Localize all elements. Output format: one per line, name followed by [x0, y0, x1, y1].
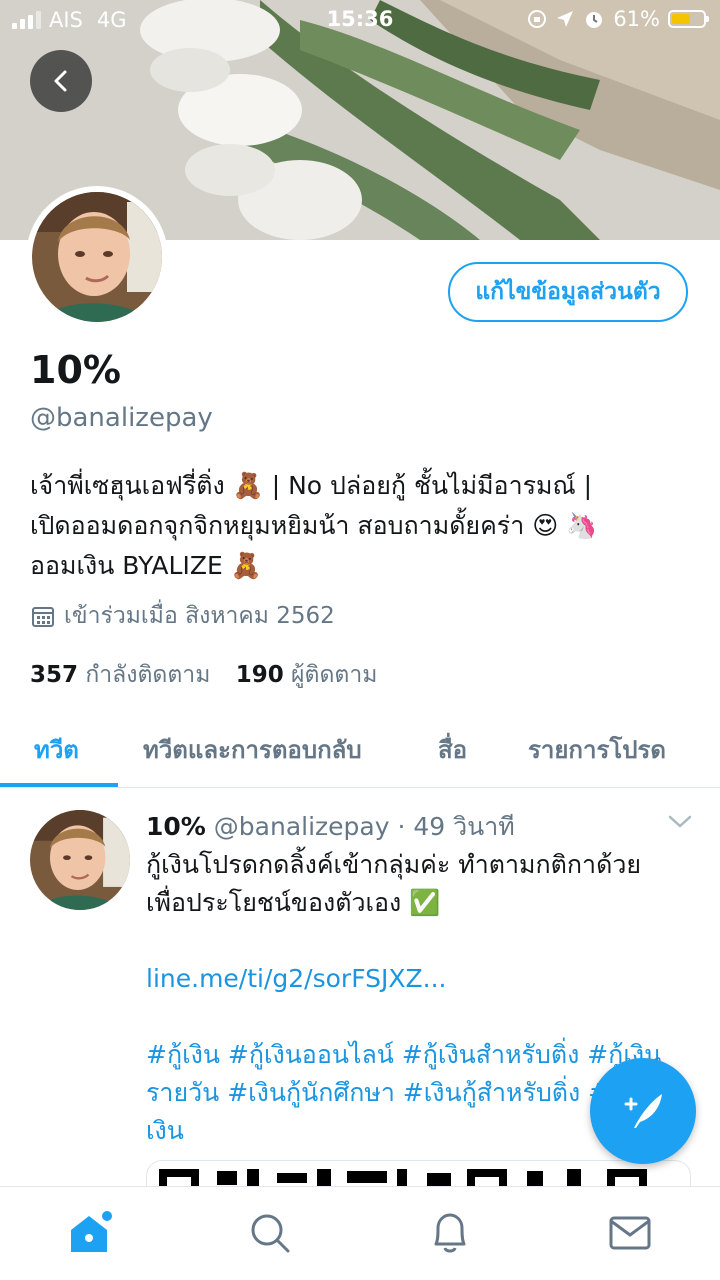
tab-media[interactable]: สื่อ	[438, 730, 467, 769]
bottom-navigation	[0, 1186, 720, 1280]
followers-label: ผู้ติดตาม	[291, 662, 378, 688]
tweet-text-line: เพื่อประโยชน์ของตัวเอง ✅	[146, 888, 441, 917]
tweet-link[interactable]: line.me/ti/g2/sorFSJXZ...	[146, 960, 691, 998]
following-label: กำลังติดตาม	[85, 662, 211, 688]
followers-link[interactable]: 190 ผู้ติดตาม	[236, 662, 378, 688]
joined-text: เข้าร่วมเมื่อ สิงหาคม 2562	[64, 603, 335, 629]
calendar-icon	[32, 607, 54, 627]
tweet-more-button[interactable]	[668, 814, 692, 834]
location-icon	[557, 11, 574, 27]
bio-line: เปิดออมดอกจุกจิกหยุมหยิมน้า สอบถามดั้ยคร…	[30, 511, 598, 540]
battery-percent: 61%	[613, 7, 660, 31]
tab-tweets[interactable]: ทวีต	[34, 730, 79, 769]
search-icon	[251, 1214, 290, 1253]
home-icon	[71, 1211, 112, 1252]
battery-fill	[672, 14, 691, 24]
joined-date: เข้าร่วมเมื่อ สิงหาคม 2562	[30, 598, 335, 634]
mail-icon	[609, 1216, 651, 1250]
alarm-icon	[586, 12, 603, 28]
back-button[interactable]	[30, 50, 92, 112]
edit-profile-button[interactable]: แก้ไขข้อมูลส่วนตัว	[448, 262, 688, 322]
tweet-time: · 49 วินาที	[397, 812, 515, 841]
following-link[interactable]: 357 กำลังติดตาม	[30, 662, 210, 688]
nav-notifications[interactable]	[420, 1205, 480, 1261]
status-bar: AIS 4G 15:36 61%	[0, 0, 720, 40]
chevron-down-icon	[668, 815, 692, 828]
tweet-header: 10% @banalizepay · 49 วินาที	[146, 807, 515, 847]
tweet-author-name[interactable]: 10%	[146, 812, 206, 841]
avatar-image	[32, 192, 162, 322]
profile-handle: @banalizepay	[30, 403, 213, 433]
bio-line: ออมเงิน BYALIZE 🧸	[30, 551, 262, 580]
tab-tweets-and-replies[interactable]: ทวีตและการตอบกลับ	[143, 730, 362, 769]
chevron-left-icon	[54, 70, 67, 92]
compose-tweet-button[interactable]	[590, 1058, 696, 1164]
hashtag-line[interactable]: #กู้เงิน #กู้เงินออนไลน์ #กู้เงินสำหรับต…	[146, 1036, 691, 1074]
profile-display-name: 10%	[30, 348, 121, 392]
followers-count: 190	[235, 662, 284, 688]
nav-home[interactable]	[60, 1205, 120, 1261]
bio-line: เจ้าพี่เซฮุนเอฟรี่ติ่ง 🧸 | No ปล่อยกู้ ช…	[30, 471, 593, 500]
tweet-avatar-image	[30, 810, 130, 910]
profile-bio: เจ้าพี่เซฮุนเอฟรี่ติ่ง 🧸 | No ปล่อยกู้ ช…	[30, 466, 690, 586]
nav-messages[interactable]	[600, 1205, 660, 1261]
battery-icon	[668, 10, 709, 28]
profile-avatar[interactable]	[26, 186, 168, 328]
tweet-avatar[interactable]	[30, 810, 130, 910]
tab-likes[interactable]: รายการโปรด	[528, 730, 666, 769]
follow-stats: 357 กำลังติดตาม 190 ผู้ติดตาม	[30, 657, 377, 693]
profile-tabs: ทวีต ทวีตและการตอบกลับ สื่อ รายการโปรด	[0, 708, 720, 788]
tweet-author-handle[interactable]: @banalizepay	[214, 812, 390, 841]
tweet-text-line: กู้เงินโปรดกดลิ้งค์เข้ากลุ่มค่ะ ทำตามกติ…	[146, 850, 642, 879]
following-count: 357	[30, 662, 79, 688]
nav-search[interactable]	[240, 1205, 300, 1261]
active-tab-indicator	[0, 783, 118, 787]
bell-icon	[434, 1213, 466, 1253]
compose-tweet-icon	[624, 1094, 662, 1128]
rotation-lock-icon	[528, 10, 547, 28]
